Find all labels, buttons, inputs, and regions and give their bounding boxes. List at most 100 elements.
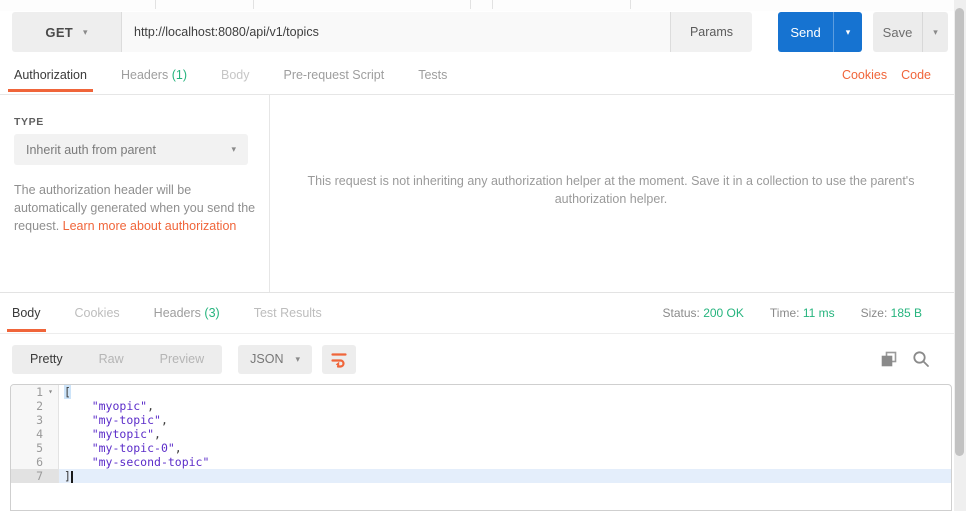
response-toolbar: Pretty Raw Preview JSON ▾ <box>12 344 952 374</box>
tab-divider <box>470 0 471 9</box>
method-label: GET <box>45 24 74 40</box>
send-options-button[interactable]: ▾ <box>833 12 862 52</box>
status-badge: Status: 200 OK <box>663 306 744 320</box>
headers-count-badge: (1) <box>171 68 187 82</box>
code-line-content: "mytopic", <box>91 427 161 441</box>
auth-description: The authorization header will be automat… <box>14 181 256 235</box>
line-number-gutter: 3 <box>11 413 59 427</box>
auth-type-dropdown[interactable]: Inherit auth from parent ▾ <box>14 134 248 165</box>
request-tabs: Authorization Headers (1) Body Pre-reque… <box>0 62 954 95</box>
learn-more-link[interactable]: Learn more about authorization <box>63 219 237 233</box>
send-button[interactable]: Send <box>778 12 833 52</box>
tab-tests[interactable]: Tests <box>416 62 449 92</box>
tab-authorization[interactable]: Authorization <box>8 62 93 92</box>
tab-test-results[interactable]: Test Results <box>252 293 324 332</box>
code-line-content: "my-topic-0", <box>91 441 182 455</box>
code-link[interactable]: Code <box>901 68 931 82</box>
line-number-gutter: 5 <box>11 441 59 455</box>
save-label: Save <box>882 24 913 40</box>
url-value: http://localhost:8080/api/v1/topics <box>134 25 319 39</box>
view-raw-button[interactable]: Raw <box>81 345 142 374</box>
tab-headers[interactable]: Headers (1) <box>119 62 189 92</box>
tab-response-body[interactable]: Body <box>7 293 45 332</box>
params-label: Params <box>689 25 734 39</box>
line-number-gutter: 2 <box>11 399 59 413</box>
chevron-down-icon: ▾ <box>231 144 236 154</box>
type-label: TYPE <box>14 116 44 128</box>
status-label: Status: <box>662 306 700 320</box>
line-number-gutter: 4 <box>11 427 59 441</box>
line-number-gutter: 6 <box>11 455 59 469</box>
scrollbar-thumb[interactable] <box>955 8 964 456</box>
tab-label: Headers <box>120 68 169 82</box>
request-url-group: GET ▾ http://localhost:8080/api/v1/topic… <box>12 12 752 52</box>
response-tabs: Body Cookies Headers (3) Test Results St… <box>0 292 954 334</box>
authorization-panel: TYPE Inherit auth from parent ▾ The auth… <box>0 95 971 292</box>
search-button[interactable] <box>911 349 931 369</box>
tab-label: Body <box>12 306 41 320</box>
copy-button[interactable] <box>879 349 899 369</box>
tab-divider <box>155 0 156 9</box>
view-preview-button[interactable]: Preview <box>142 345 222 374</box>
response-headers-count-badge: (3) <box>204 306 220 320</box>
save-button-group: Save ▾ <box>873 12 948 52</box>
format-dropdown[interactable]: JSON ▾ <box>238 344 313 374</box>
line-number-gutter: 7 <box>11 469 59 483</box>
tab-response-headers[interactable]: Headers (3) <box>152 293 222 332</box>
chevron-down-icon: ▾ <box>845 26 851 37</box>
tab-pre-request-script[interactable]: Pre-request Script <box>281 62 386 92</box>
time-label: Time: <box>769 306 800 320</box>
code-line[interactable]: 1 ▾ [ <box>11 385 951 399</box>
view-pretty-button[interactable]: Pretty <box>12 345 81 374</box>
code-line[interactable]: 6 "my-second-topic" <box>11 455 951 469</box>
tab-divider <box>492 0 493 9</box>
request-right-links: Cookies Code <box>842 62 954 82</box>
send-label: Send <box>790 24 821 40</box>
size-value: 185 B <box>890 306 922 320</box>
code-line[interactable]: 3 "my-topic", <box>11 413 951 427</box>
cookies-link[interactable]: Cookies <box>842 68 887 82</box>
method-dropdown[interactable]: GET ▾ <box>12 12 122 52</box>
tab-label: Cookies <box>74 306 120 320</box>
chevron-down-icon: ▾ <box>933 26 938 37</box>
code-line-content: "my-second-topic" <box>91 455 210 469</box>
size-badge: Size: 185 B <box>861 306 922 320</box>
tab-label: Authorization <box>14 68 87 82</box>
tab-divider <box>253 0 254 9</box>
auth-type-panel: TYPE Inherit auth from parent ▾ The auth… <box>0 95 270 292</box>
code-line-content: "my-topic", <box>91 413 168 427</box>
code-line[interactable]: 5 "my-topic-0", <box>11 441 951 455</box>
code-lines: 1 ▾[2 "myopic", 3 "my-topic", 4 "mytopic", 5… <box>11 385 951 483</box>
save-options-button[interactable]: ▾ <box>922 12 948 52</box>
tab-response-cookies[interactable]: Cookies <box>73 293 122 332</box>
code-line[interactable]: 7] <box>11 469 951 483</box>
code-line-content: "myopic", <box>91 399 155 413</box>
wrap-lines-button[interactable] <box>322 344 357 374</box>
tab-label: Body <box>220 68 250 82</box>
tab-label: Tests <box>418 68 448 82</box>
auth-helper-message: This request is not inheriting any autho… <box>307 174 915 206</box>
tab-divider <box>630 0 631 9</box>
url-input[interactable]: http://localhost:8080/api/v1/topics <box>122 12 670 52</box>
response-meta: Status: 200 OK Time: 11 ms Size: 185 B <box>663 293 955 320</box>
search-icon <box>913 351 929 367</box>
response-tool-icons <box>879 349 952 369</box>
copy-icon <box>881 351 896 366</box>
previous-tab-row-sliver <box>0 0 954 11</box>
code-line[interactable]: 4 "mytopic", <box>11 427 951 441</box>
fold-arrow-icon[interactable]: ▾ <box>43 385 58 399</box>
text-cursor <box>70 470 73 483</box>
save-button[interactable]: Save <box>873 12 922 52</box>
format-value: JSON <box>250 352 284 366</box>
tab-label: Test Results <box>253 306 322 320</box>
code-line-content: [ <box>64 385 71 399</box>
tab-body[interactable]: Body <box>219 62 252 92</box>
size-label: Size: <box>860 306 888 320</box>
response-body-editor[interactable]: 1 ▾[2 "myopic", 3 "my-topic", 4 "mytopic", 5… <box>10 384 952 511</box>
params-button[interactable]: Params <box>670 12 752 52</box>
code-line-content: ] <box>59 469 951 483</box>
code-line[interactable]: 2 "myopic", <box>11 399 951 413</box>
line-number-gutter: 1 ▾ <box>11 385 59 399</box>
tab-label: Pre-request Script <box>283 68 385 82</box>
page-scrollbar[interactable] <box>954 0 966 511</box>
